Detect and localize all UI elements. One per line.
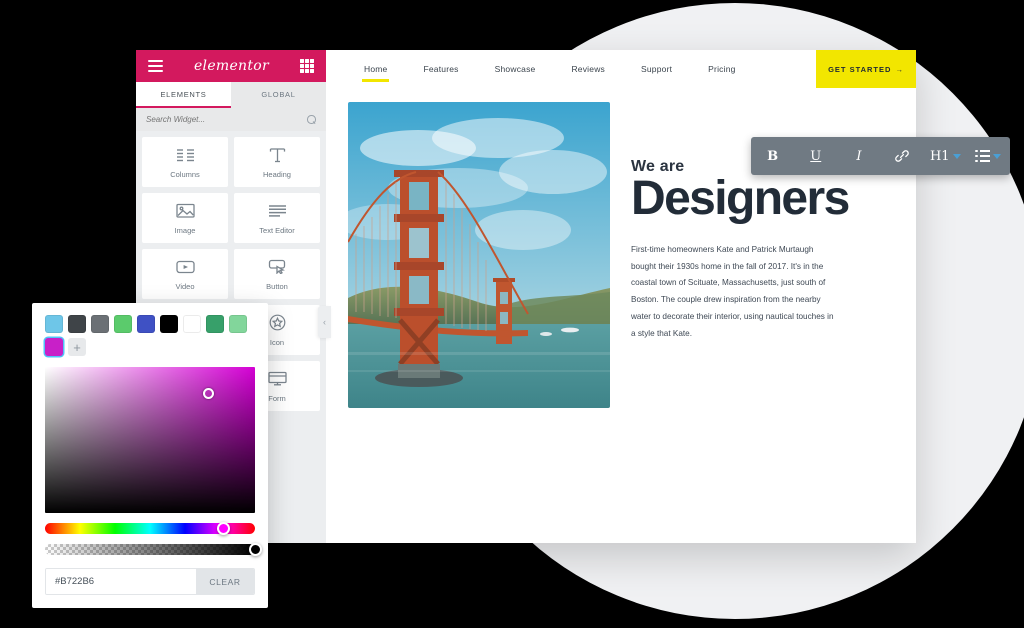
chevron-down-icon[interactable] [952, 153, 961, 159]
swatch-row: + [45, 338, 255, 356]
swatch[interactable] [91, 315, 109, 333]
widget-label: Button [266, 281, 288, 291]
widget-image[interactable]: Image [142, 193, 228, 243]
rich-text-toolbar: B U I H1 [751, 137, 1010, 175]
arrow-right-icon: → [895, 64, 904, 74]
swatch-row [45, 315, 255, 333]
tab-global[interactable]: GLOBAL [231, 82, 326, 108]
underline-button[interactable]: U [794, 137, 837, 175]
swatch[interactable] [206, 315, 224, 333]
form-icon [267, 370, 287, 388]
hex-input-row: CLEAR [45, 568, 255, 595]
bullet-list-icon [975, 149, 991, 163]
hamburger-icon[interactable] [148, 60, 163, 72]
hero-body-text[interactable]: First-time homeowners Kate and Patrick M… [631, 242, 839, 342]
grid-icon[interactable] [299, 59, 314, 73]
hero-headline[interactable]: Designers [631, 174, 850, 224]
chevron-left-icon: ‹ [323, 317, 326, 327]
widget-label: Columns [170, 169, 200, 179]
bullet-list-button[interactable] [967, 137, 1010, 175]
bold-button[interactable]: B [751, 137, 794, 175]
widget-label: Icon [269, 337, 285, 347]
columns-icon [175, 146, 195, 164]
hero-image[interactable] [348, 102, 610, 408]
search-input[interactable] [146, 115, 303, 124]
nav-link-showcase[interactable]: Showcase [485, 50, 546, 88]
nav-link-home[interactable]: Home [354, 50, 397, 88]
alpha-slider[interactable] [45, 543, 262, 556]
panel-tabs: ELEMENTS GLOBAL [136, 82, 326, 108]
widget-button[interactable]: Button [234, 249, 320, 299]
widget-label: Text Editor [259, 225, 295, 235]
swatch-selected[interactable] [45, 338, 63, 356]
swatch[interactable] [229, 315, 247, 333]
widget-text-editor[interactable]: Text Editor [234, 193, 320, 243]
swatch[interactable] [183, 315, 201, 333]
heading-level-button[interactable]: H1 [924, 137, 967, 175]
heading-icon [267, 146, 287, 164]
swatch[interactable] [160, 315, 178, 333]
nav-link-pricing[interactable]: Pricing [698, 50, 745, 88]
widget-label: Form [268, 393, 286, 403]
hue-slider-handle[interactable] [217, 522, 230, 535]
nav-links: Home Features Showcase Reviews Support P… [326, 50, 816, 88]
clear-button[interactable]: CLEAR [196, 569, 254, 594]
chevron-down-icon[interactable] [993, 153, 1002, 159]
swatch[interactable] [68, 315, 86, 333]
swatch[interactable] [137, 315, 155, 333]
widget-label: Image [174, 225, 196, 235]
swatch[interactable] [45, 315, 63, 333]
screenshot-stage: elementor ELEMENTS GLOBAL Search Widget.… [0, 0, 1024, 628]
tab-elements[interactable]: ELEMENTS [136, 82, 231, 108]
search-icon[interactable] [307, 115, 316, 124]
h1-label: H1 [929, 148, 950, 164]
color-picker-popover: + CLEAR [32, 303, 268, 608]
widget-label: Video [175, 281, 195, 291]
saturation-value-area[interactable] [45, 367, 255, 513]
button-icon [267, 258, 287, 276]
site-preview: Home Features Showcase Reviews Support P… [326, 50, 916, 543]
nav-link-features[interactable]: Features [413, 50, 468, 88]
hero-text-block: We are Designers First-time homeowners K… [631, 158, 850, 342]
link-button[interactable] [881, 137, 924, 175]
star-icon [267, 314, 287, 332]
widget-video[interactable]: Video [142, 249, 228, 299]
saturation-handle[interactable] [203, 387, 215, 399]
text-editor-icon [267, 202, 287, 220]
widget-columns[interactable]: Columns [142, 137, 228, 187]
hex-input[interactable] [46, 569, 196, 594]
get-started-button[interactable]: GET STARTED → [816, 50, 916, 88]
panel-header: elementor [136, 50, 326, 82]
get-started-label: GET STARTED [828, 64, 892, 74]
site-navbar: Home Features Showcase Reviews Support P… [326, 50, 916, 88]
alpha-slider-handle[interactable] [248, 543, 262, 556]
video-icon [175, 258, 195, 276]
italic-button[interactable]: I [837, 137, 880, 175]
nav-link-reviews[interactable]: Reviews [561, 50, 615, 88]
add-swatch-button[interactable]: + [68, 338, 86, 356]
elementor-logo: elementor [193, 58, 270, 74]
widget-label: Heading [263, 169, 291, 179]
swatch-grid: + [45, 315, 255, 356]
swatch[interactable] [114, 315, 132, 333]
hue-slider[interactable] [45, 522, 255, 535]
search-widget-row [136, 108, 326, 131]
image-icon [175, 202, 195, 220]
widget-heading[interactable]: Heading [234, 137, 320, 187]
link-icon [895, 150, 909, 162]
nav-link-support[interactable]: Support [631, 50, 682, 88]
panel-collapse-handle[interactable]: ‹ [318, 306, 331, 338]
